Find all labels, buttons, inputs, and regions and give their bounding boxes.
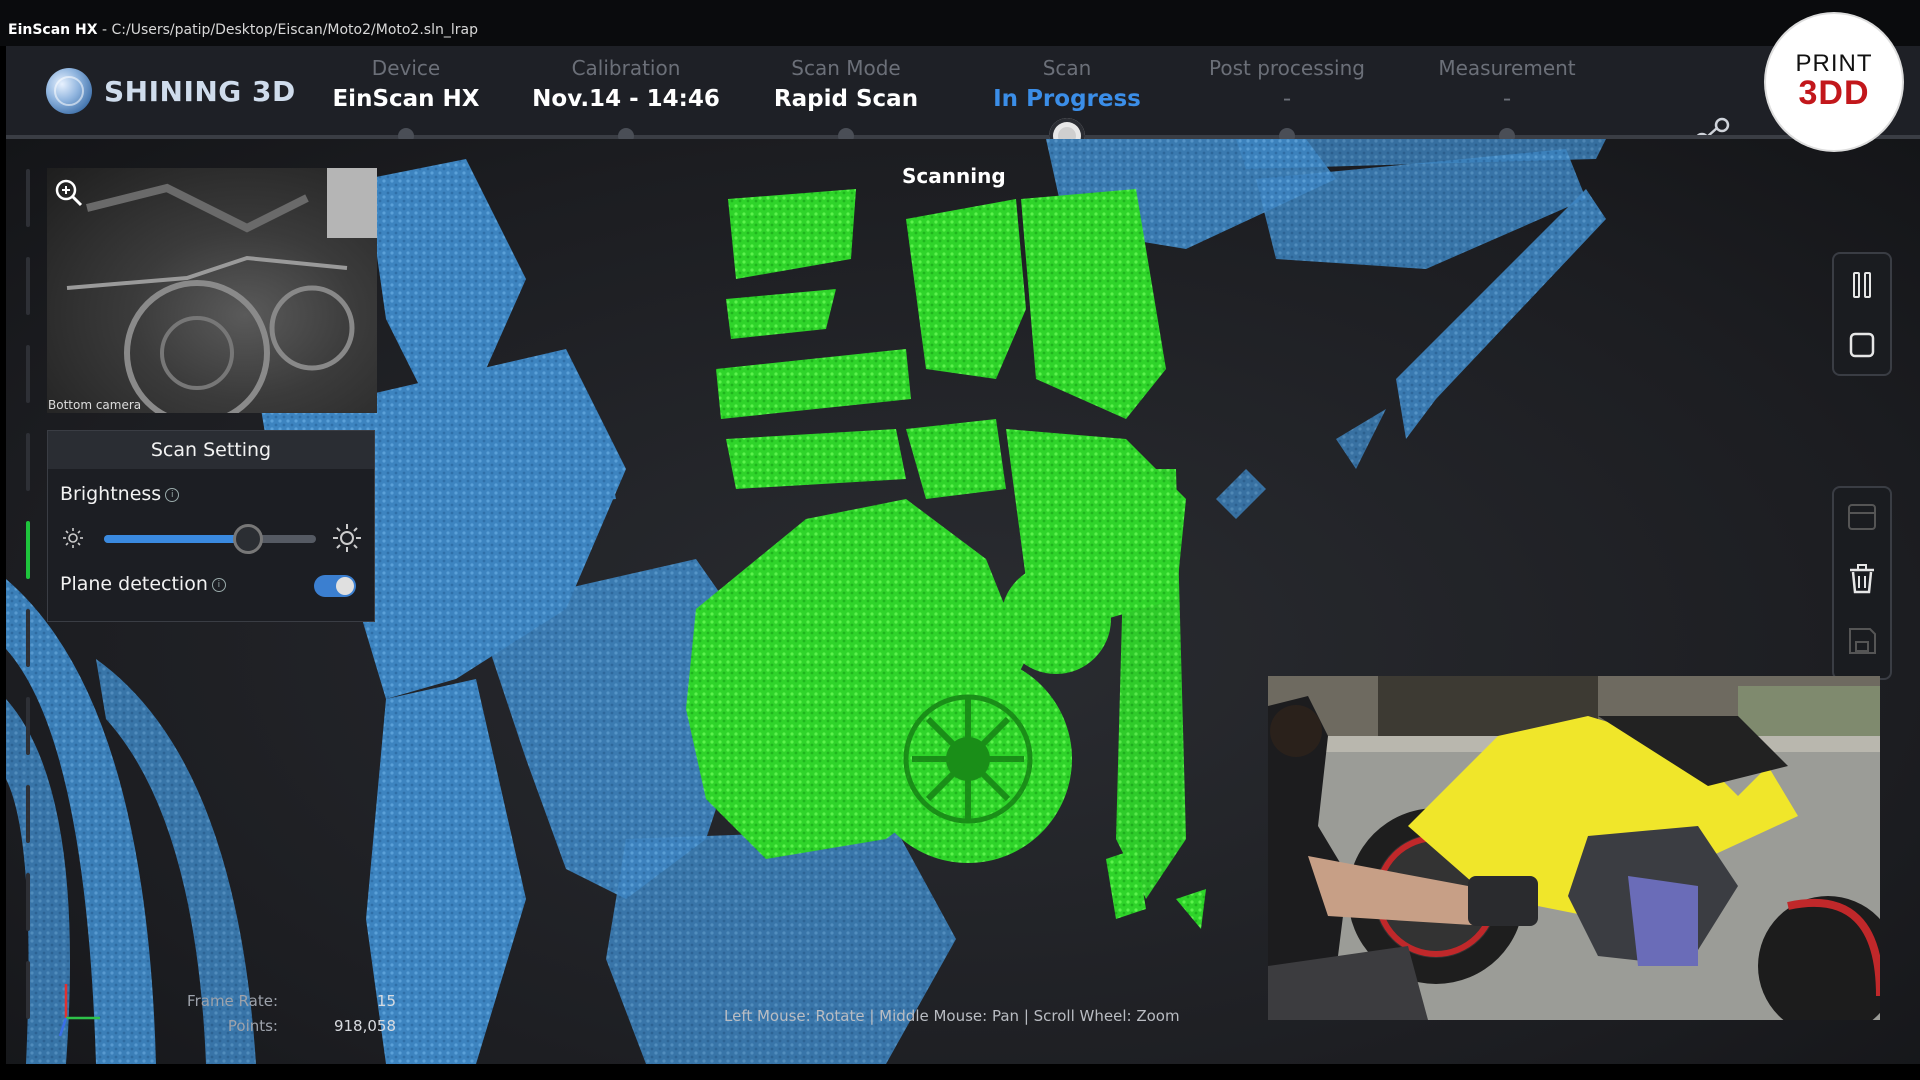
step-value: - bbox=[1502, 86, 1512, 112]
print3dd-logo: PRINT 3DD bbox=[1766, 14, 1902, 150]
mouse-controls-hint: Left Mouse: Rotate | Middle Mouse: Pan |… bbox=[724, 1007, 1180, 1025]
stop-icon[interactable] bbox=[1843, 326, 1881, 364]
frame-rate-value: 15 bbox=[376, 992, 396, 1010]
brightness-slider-fill bbox=[104, 535, 249, 543]
brightness-high-icon bbox=[333, 524, 361, 552]
data-toolbar bbox=[1832, 486, 1892, 680]
timeline-segment-active[interactable] bbox=[26, 521, 30, 579]
window-title: EinScan HX - C:/Users/patip/Desktop/Eisc… bbox=[8, 22, 478, 38]
zoom-in-icon[interactable] bbox=[54, 178, 84, 208]
points-label: Points: bbox=[227, 1017, 278, 1035]
timeline-segment[interactable] bbox=[26, 873, 30, 931]
plane-detection-label: Plane detection i bbox=[60, 573, 226, 595]
info-icon[interactable]: i bbox=[211, 578, 226, 592]
window-title-separator: - bbox=[101, 22, 108, 38]
camera-feed-image bbox=[66, 168, 377, 413]
window-file-path: C:/Users/patip/Desktop/Eiscan/Moto2/Moto… bbox=[111, 22, 478, 38]
step-label: Measurement bbox=[1438, 56, 1576, 80]
timeline-segment[interactable] bbox=[26, 609, 30, 667]
operator-video-frame bbox=[1268, 676, 1880, 1020]
step-label: Scan bbox=[1042, 56, 1092, 80]
plane-detection-toggle[interactable] bbox=[314, 575, 356, 597]
step-scan[interactable]: Scan In Progress bbox=[957, 56, 1177, 112]
window-app-name: EinScan HX bbox=[8, 22, 98, 38]
brightness-slider[interactable] bbox=[104, 524, 316, 554]
bottom-camera-preview[interactable] bbox=[47, 168, 377, 413]
brightness-low-icon bbox=[63, 528, 83, 548]
step-label: Calibration bbox=[571, 56, 681, 80]
brand-logo: SHINING 3D bbox=[46, 68, 296, 114]
scan-setting-panel: Scan Setting Brightness i Plane detection… bbox=[47, 430, 375, 622]
frame-rate-label: Frame Rate: bbox=[187, 992, 278, 1010]
step-value: - bbox=[1282, 86, 1292, 112]
print3dd-logo-line2: 3DD bbox=[1798, 74, 1870, 112]
step-value: Rapid Scan bbox=[773, 86, 919, 112]
step-label: Device bbox=[371, 56, 441, 80]
panel-title: Scan Setting bbox=[48, 431, 374, 469]
points-value: 918,058 bbox=[333, 1017, 396, 1035]
timeline-segment[interactable] bbox=[26, 961, 30, 1019]
camera-caption: Bottom camera bbox=[48, 398, 142, 412]
brightness-label: Brightness i bbox=[60, 483, 180, 505]
brightness-slider-handle[interactable] bbox=[233, 524, 264, 554]
pause-icon[interactable] bbox=[1843, 266, 1881, 304]
brightness-label-text: Brightness bbox=[60, 483, 162, 505]
step-value: Nov.14 - 14:46 bbox=[532, 86, 720, 112]
timeline-segment[interactable] bbox=[26, 433, 30, 491]
save-icon[interactable] bbox=[1843, 622, 1881, 660]
timeline-segment[interactable] bbox=[26, 345, 30, 403]
workflow-header: SHINING 3D Device EinScan HX Calibration… bbox=[6, 46, 1920, 163]
axis-gizmo-icon bbox=[58, 984, 100, 1037]
window-title-bar: EinScan HX - C:/Users/patip/Desktop/Eisc… bbox=[0, 0, 1920, 46]
brand-name: SHINING 3D bbox=[104, 74, 296, 108]
list-icon[interactable] bbox=[1843, 498, 1881, 536]
timeline-segment[interactable] bbox=[26, 697, 30, 755]
timeline-segment[interactable] bbox=[26, 785, 30, 843]
operator-video-inset bbox=[1268, 676, 1880, 1020]
step-value: In Progress bbox=[993, 86, 1141, 112]
globe-icon bbox=[46, 68, 92, 114]
timeline-segment[interactable] bbox=[26, 257, 30, 315]
plane-detection-label-text: Plane detection bbox=[60, 573, 208, 595]
info-icon[interactable]: i bbox=[165, 488, 180, 502]
timeline-segment[interactable] bbox=[26, 169, 30, 227]
scan-control-toolbar bbox=[1832, 252, 1892, 376]
step-device[interactable]: Device EinScan HX bbox=[296, 56, 516, 112]
step-label: Scan Mode bbox=[791, 56, 901, 80]
scan-status-label: Scanning bbox=[902, 164, 1006, 188]
step-value: EinScan HX bbox=[332, 86, 480, 112]
step-measurement[interactable]: Measurement - bbox=[1397, 56, 1617, 112]
trash-icon[interactable] bbox=[1843, 560, 1881, 598]
step-scan-mode[interactable]: Scan Mode Rapid Scan bbox=[736, 56, 956, 112]
step-label: Post processing bbox=[1209, 56, 1365, 80]
step-calibration[interactable]: Calibration Nov.14 - 14:46 bbox=[516, 56, 736, 112]
step-post-processing[interactable]: Post processing - bbox=[1177, 56, 1397, 112]
